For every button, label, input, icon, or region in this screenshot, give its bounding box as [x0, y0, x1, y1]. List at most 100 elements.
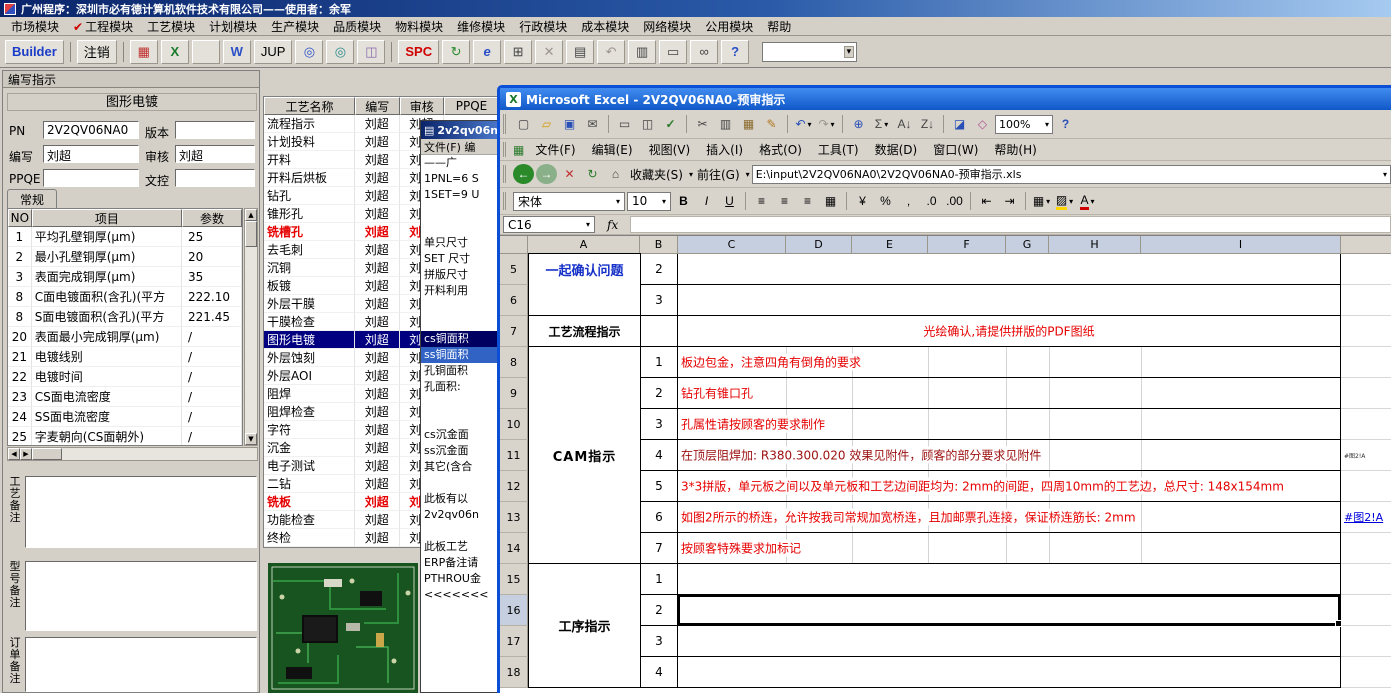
cell[interactable] — [1341, 626, 1391, 657]
menu-item[interactable]: 成本模块 — [574, 16, 636, 37]
align-right-icon[interactable]: ≡ — [797, 191, 818, 211]
cell[interactable]: 4 — [640, 657, 678, 688]
scroll-right-icon[interactable]: ▶ — [20, 448, 32, 460]
row-header[interactable]: 18 — [500, 657, 528, 688]
menu-item[interactable]: 品质模块 — [326, 16, 388, 37]
spreadsheet-grid[interactable]: ABCDEFGHI 5 2 6 3 7 光绘确认,请提供拼版的PDF图纸 8 1 板边包金，注意… — [500, 235, 1391, 693]
decrease-decimal-icon[interactable]: .00 — [944, 191, 965, 211]
row-header[interactable]: 6 — [500, 285, 528, 316]
row-header[interactable]: 5 — [500, 254, 528, 285]
cell[interactable] — [678, 626, 1341, 657]
excel-icon[interactable]: X — [160, 39, 189, 64]
undo-icon[interactable]: ↶ ▾ — [793, 114, 814, 134]
font-combobox[interactable]: 宋体 ▾ — [513, 191, 625, 211]
print-icon[interactable]: ▭ — [614, 114, 635, 134]
cell[interactable] — [678, 254, 1341, 285]
cell[interactable] — [1341, 409, 1391, 440]
logout-button[interactable]: 注销 — [76, 39, 117, 64]
table-row[interactable]: 25 字麦朝向(CS面朝外) / — [8, 427, 242, 445]
menu-item[interactable]: 插入(I) — [699, 139, 750, 160]
stop-icon[interactable]: ✕ — [559, 164, 580, 184]
refresh-icon[interactable]: ↻ — [582, 164, 603, 184]
col-ppqe[interactable]: PPQE — [444, 97, 499, 115]
tab-general[interactable]: 常规 — [7, 189, 58, 209]
cell[interactable] — [1341, 316, 1391, 347]
col-writer[interactable]: 编写 — [354, 97, 400, 115]
new-document-icon[interactable]: ▢ — [513, 114, 534, 134]
drawing-icon[interactable]: ◇ — [972, 114, 993, 134]
menu-item[interactable]: 帮助 — [760, 16, 798, 37]
dropdown-arrow-icon[interactable]: ▾ — [1091, 197, 1095, 206]
calculator-icon[interactable]: ⊞ — [504, 39, 533, 64]
blank-icon[interactable] — [191, 39, 220, 64]
jup-button[interactable]: JUP — [253, 39, 293, 64]
font-color-icon[interactable]: A ▾ — [1077, 191, 1098, 211]
horizontal-scrollbar[interactable]: ◀ ▶ — [7, 447, 258, 461]
redo-icon[interactable]: ↷ ▾ — [816, 114, 837, 134]
cell[interactable]: 1 — [640, 564, 678, 595]
grid-icon[interactable]: ▦ — [129, 39, 158, 64]
toolbar-grip[interactable] — [503, 191, 508, 211]
menu-item[interactable]: 维修模块 — [450, 16, 512, 37]
cell[interactable]: 2 — [640, 254, 678, 285]
ie-icon[interactable]: e — [473, 39, 502, 64]
cell[interactable] — [678, 595, 1342, 627]
cell[interactable]: 在顶层阻焊加: R380.300.020 效果见附件，顾客的部分要求见附件 — [678, 440, 1341, 471]
hyperlink-icon[interactable]: ⊕ — [848, 114, 869, 134]
dropdown-arrow-icon[interactable]: ▾ — [831, 120, 835, 129]
bold-button[interactable]: B — [673, 191, 694, 211]
excel-window[interactable]: X Microsoft Excel - 2V2QV06NA0-预审指示 ▢ ▱ ▣ ✉… — [497, 85, 1391, 693]
column-icon[interactable]: ◫ — [357, 39, 386, 64]
menu-item[interactable]: 网络模块 — [636, 16, 698, 37]
column-header[interactable] — [1341, 236, 1391, 254]
cell[interactable]: 板边包金，注意四角有倒角的要求 — [678, 347, 1341, 378]
email-icon[interactable]: ✉ — [582, 114, 603, 134]
preview-icon[interactable]: ◎ — [295, 39, 324, 64]
menu-item[interactable]: 工具(T) — [811, 139, 866, 160]
underline-button[interactable]: U — [719, 191, 740, 211]
column-header[interactable]: E — [852, 236, 928, 254]
scroll-down-icon[interactable]: ▼ — [245, 433, 257, 445]
formula-bar[interactable] — [630, 216, 1391, 233]
merged-cell-confirm[interactable]: 一起确认问题 — [528, 253, 641, 316]
cell[interactable] — [1341, 347, 1391, 378]
paste-icon[interactable]: ▦ — [738, 114, 759, 134]
cell[interactable]: 按顾客特殊要求加标记 — [678, 533, 1341, 564]
view-icon[interactable]: ◎ — [326, 39, 355, 64]
menu-item[interactable]: 编辑(E) — [585, 139, 640, 160]
cell[interactable]: 3 — [640, 285, 678, 316]
app-titlebar[interactable]: 广州程序：深圳市必有德计算机软件技术有限公司——使用者：余军 — [0, 0, 1391, 17]
favorites-menu[interactable]: 收藏夹(S) — [628, 166, 685, 183]
table-row[interactable]: 21 电镀线别 / — [8, 347, 242, 367]
menu-item[interactable]: 生产模块 — [264, 16, 326, 37]
address-combobox[interactable]: E:\input\2V2QV06NA0\2V2QV06NA0-预审指示.xls … — [751, 164, 1391, 184]
sort-ascending-icon[interactable]: A↓ — [894, 114, 915, 134]
col-reviewer[interactable]: 审核 — [399, 97, 445, 115]
help-icon[interactable]: ? — [721, 39, 750, 64]
close-icon[interactable]: ✕ — [535, 39, 564, 64]
ppqe-field[interactable] — [43, 169, 139, 187]
row-header[interactable]: 9 — [500, 378, 528, 409]
spc-button[interactable]: SPC — [398, 39, 440, 64]
row-header[interactable]: 12 — [500, 471, 528, 502]
italic-button[interactable]: I — [696, 191, 717, 211]
cell[interactable]: 1 — [640, 347, 678, 378]
autosum-icon[interactable]: Σ ▾ — [871, 114, 892, 134]
cell[interactable] — [1341, 595, 1391, 626]
cell[interactable]: #图2!A — [1341, 502, 1391, 533]
menu-item[interactable]: 工艺模块 — [140, 16, 202, 37]
select-all-corner[interactable] — [500, 236, 528, 254]
cell[interactable] — [1341, 378, 1391, 409]
column-header[interactable]: H — [1049, 236, 1141, 254]
column-header[interactable]: C — [678, 236, 786, 254]
dropdown-arrow-icon[interactable]: ▾ — [1383, 170, 1387, 179]
cell[interactable]: 孔属性请按顾客的要求制作 — [678, 409, 1341, 440]
cell[interactable]: 3 — [640, 626, 678, 657]
dropdown-arrow-icon[interactable]: ▾ — [884, 120, 888, 129]
spelling-icon[interactable]: ✓ — [660, 114, 681, 134]
zoom-combobox[interactable]: 100% ▾ — [995, 114, 1053, 134]
dropdown-arrow-icon[interactable]: ▾ — [1046, 197, 1050, 206]
merged-cell-cam[interactable]: CAM指示 — [528, 346, 641, 564]
cell[interactable]: 3 — [640, 409, 678, 440]
cell[interactable]: 5 — [640, 471, 678, 502]
